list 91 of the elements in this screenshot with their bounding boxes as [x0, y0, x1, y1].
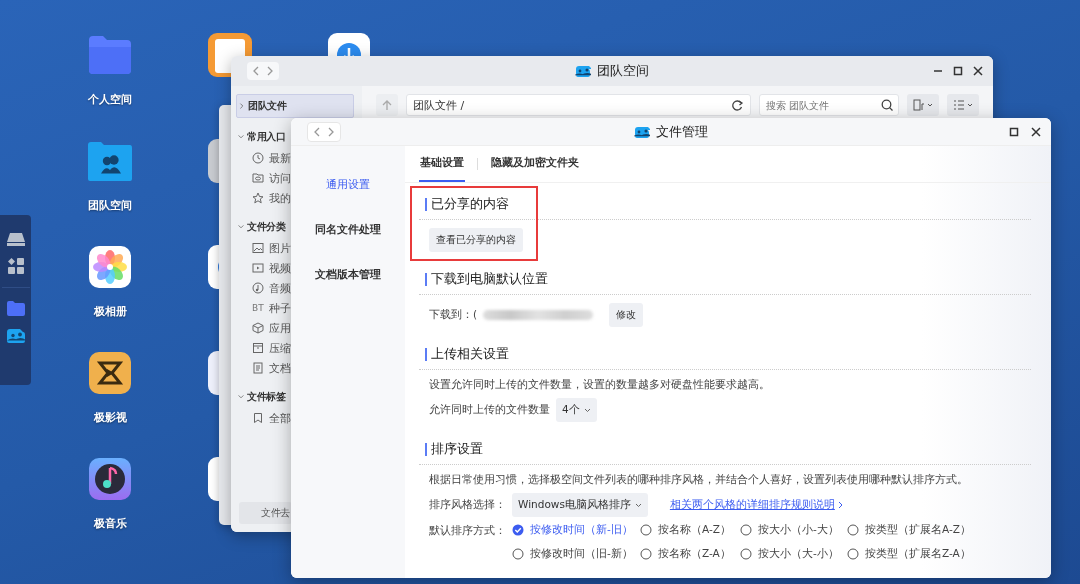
desktop-icon-label[interactable]: 个人空间 [88, 92, 132, 107]
section-description: 设置允许同时上传的文件数量，设置的数量越多对硬盘性能要求越高。 [428, 378, 771, 392]
flower-icon [88, 245, 132, 289]
sidebar-item[interactable]: 我的 [236, 188, 291, 208]
section-heading: 排序设置 [419, 439, 1031, 465]
section-heading: 已分享的内容 [419, 194, 1031, 220]
sidebar-item[interactable]: 视频 [236, 258, 291, 278]
folder-eye-icon [252, 172, 264, 184]
action-button[interactable]: 修改 [609, 303, 644, 327]
sidebar-item[interactable]: 图片 [236, 238, 291, 258]
cube-icon [252, 322, 264, 334]
close-icon[interactable] [973, 66, 983, 76]
tab[interactable]: 基础设置 [419, 146, 465, 182]
download-icon [328, 33, 370, 56]
back-forward-buttons[interactable] [307, 121, 341, 142]
field-label: 排序风格选择： [429, 498, 506, 512]
music-note-icon [88, 457, 132, 501]
caret-icon [583, 407, 591, 413]
field-label: 默认排序方式： [429, 524, 506, 538]
star-icon [252, 192, 264, 204]
section-description: 根据日常使用习惯，选择极空间文件列表的哪种排序风格，并结合个人喜好，设置列表使用哪种默认排序方式。 [428, 473, 969, 487]
apps-icon[interactable] [6, 257, 25, 275]
image-icon [252, 242, 264, 254]
footer-button[interactable]: 文件去 [239, 502, 292, 524]
settings-nav-item[interactable]: 文档版本管理 [315, 252, 381, 297]
sidebar-item[interactable]: 压缩 [236, 338, 291, 358]
chevron-right-icon [837, 501, 843, 509]
video-icon [252, 262, 264, 274]
sidebar-group[interactable]: 常用入口 [236, 126, 287, 148]
sidebar-group[interactable]: 文件标签 [236, 386, 287, 408]
sidebar-item[interactable]: 音频 [236, 278, 291, 298]
sort-option[interactable]: 按大小（小-大） [740, 523, 847, 537]
rules-link[interactable]: 相关两个风格的详细排序规则说明 [669, 498, 843, 512]
sort-option[interactable]: 按类型（扩展名Z-A） [847, 547, 977, 561]
clock-icon [252, 152, 264, 164]
desktop-icon-label[interactable]: 团队空间 [88, 198, 132, 213]
sidebar-item[interactable]: 访问 [236, 168, 291, 188]
tab[interactable]: 隐藏及加密文件夹 [490, 146, 580, 182]
sort-option[interactable]: 按名称（A-Z） [640, 523, 740, 537]
search-field[interactable]: 搜索 团队文件 [759, 94, 899, 116]
path-field[interactable]: 团队文件 / [406, 94, 751, 116]
archive-icon [252, 342, 264, 354]
dropdown[interactable]: Windows电脑风格排序 [512, 493, 648, 517]
section-heading: 上传相关设置 [419, 344, 1031, 370]
drive-icon[interactable] [5, 231, 26, 247]
desktop-icon-label[interactable]: 极相册 [93, 304, 127, 319]
sort-option[interactable]: 按修改时间（新-旧） [512, 523, 640, 537]
action-button[interactable]: 查看已分享的内容 [429, 228, 523, 252]
sidebar-item[interactable]: BT 种子 [236, 298, 291, 318]
settings-nav-item[interactable]: 通用设置 [326, 162, 370, 207]
sort-option[interactable]: 按类型（扩展名A-Z） [847, 523, 977, 537]
refresh-icon[interactable] [731, 98, 744, 112]
sidebar-item[interactable]: 文档 [236, 358, 291, 378]
field-label: 下载到：( [429, 308, 478, 322]
sort-option[interactable]: 按大小（大-小） [740, 547, 847, 561]
field-label: 允许同时上传的文件数量 [429, 403, 550, 417]
maximize-icon[interactable] [953, 66, 963, 76]
back-forward-buttons[interactable] [247, 62, 279, 80]
desktop-icon-label[interactable]: 极影视 [93, 410, 127, 425]
chevron-right-icon [238, 101, 246, 111]
window-title: 团队空间 [597, 62, 649, 80]
window-title: 文件管理 [656, 122, 708, 141]
search-icon [881, 99, 893, 111]
section-heading: 下载到电脑默认位置 [419, 269, 1031, 295]
sidebar-item[interactable]: 最新 [236, 148, 291, 168]
caret-icon [967, 102, 973, 108]
team-folder-icon[interactable] [5, 327, 26, 344]
team-folder-icon [87, 140, 133, 182]
music-icon [252, 282, 264, 294]
dropdown[interactable]: 4个 [556, 398, 597, 422]
sidebar-group[interactable]: 文件分类 [236, 216, 287, 238]
folder-icon[interactable] [5, 300, 26, 317]
bookmark-icon [252, 412, 264, 424]
sidebar-item[interactable]: 应用 [236, 318, 291, 338]
arrow-up-icon [381, 99, 393, 111]
close-icon[interactable] [1031, 126, 1041, 137]
team-folder-icon [575, 64, 591, 78]
team-folder-icon [634, 124, 650, 139]
document-icon [252, 362, 264, 374]
caret-icon [634, 502, 642, 508]
panel-icon [913, 99, 925, 111]
sort-option[interactable]: 按修改时间（旧-新） [512, 547, 640, 561]
sidebar-item[interactable]: 全部 [236, 408, 291, 428]
folder-icon [87, 34, 133, 76]
caret-icon [927, 102, 933, 108]
maximize-icon[interactable] [1009, 126, 1019, 137]
settings-nav-item[interactable]: 同名文件处理 [315, 207, 381, 252]
sidebar-group[interactable]: 团队文件 [236, 94, 354, 118]
sort-option[interactable]: 按名称（Z-A） [640, 547, 740, 561]
list-icon [953, 99, 965, 111]
desktop-icon-label[interactable]: 极音乐 [93, 516, 127, 531]
